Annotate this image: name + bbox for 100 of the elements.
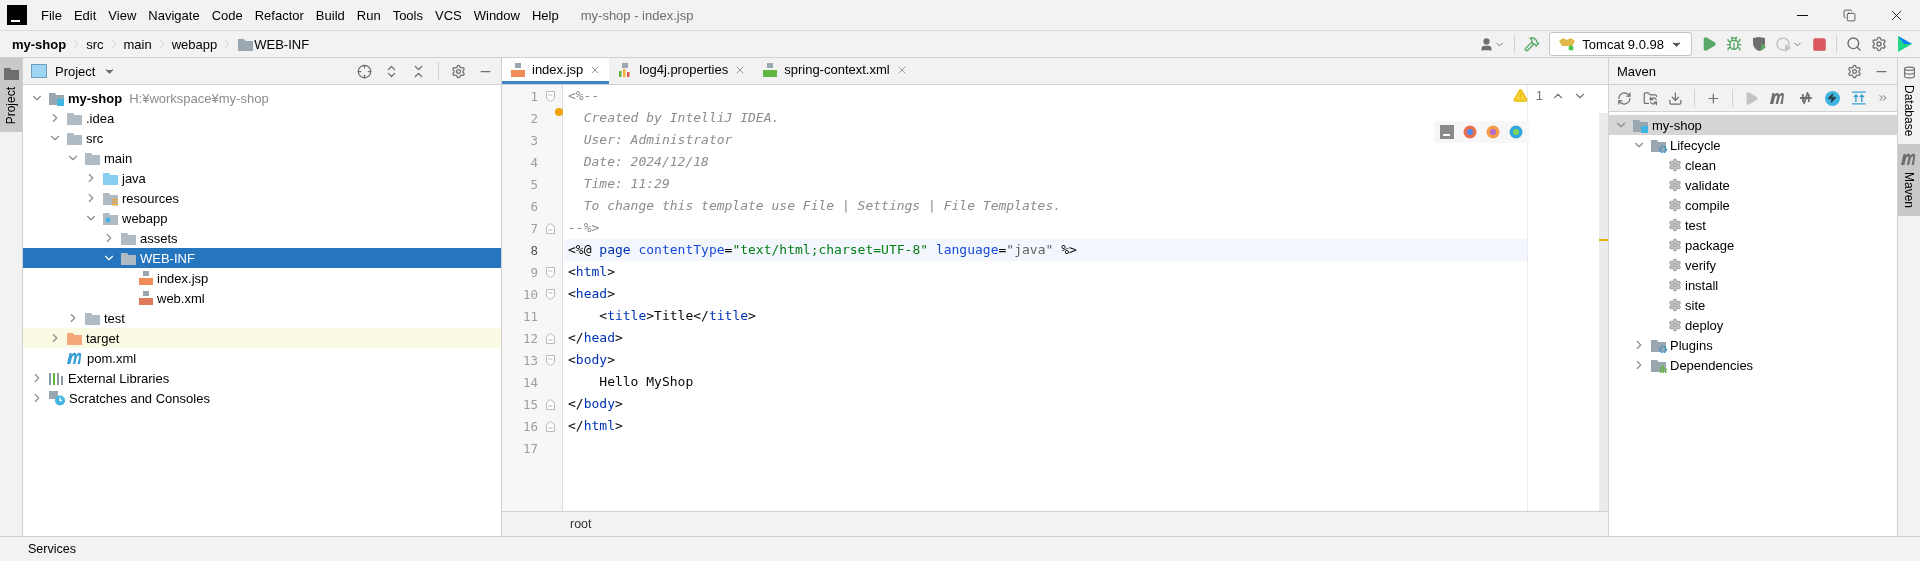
menu-item[interactable]: Refactor (248, 7, 310, 23)
code-line: To change this template use File | Settings | File Templates. (582, 197, 1062, 215)
tree-item[interactable]: pom.xml (23, 348, 501, 368)
tree-item[interactable]: install (1609, 275, 1897, 295)
tree-item[interactable]: Plugins (1609, 335, 1897, 355)
browser-icon[interactable] (1463, 125, 1477, 139)
tree-item[interactable]: site (1609, 295, 1897, 315)
tree-item[interactable]: test (1609, 215, 1897, 235)
breadcrumb-item[interactable]: main (123, 36, 152, 52)
download-icon[interactable] (1668, 90, 1684, 106)
menu-item[interactable]: Build (309, 7, 351, 23)
tree-item[interactable]: package (1609, 235, 1897, 255)
menu-item[interactable]: Tools (386, 7, 429, 23)
fold-marker-icon[interactable] (546, 420, 555, 432)
side-tab[interactable]: Project (0, 58, 22, 133)
menu-item[interactable]: Edit (67, 7, 103, 23)
tree-item[interactable]: Scratches and Consoles (23, 388, 501, 408)
tree-item[interactable]: my-shop H:¥workspace¥my-shop (23, 88, 501, 108)
menu-item[interactable]: File (35, 7, 68, 23)
toolbox-icon[interactable] (1896, 35, 1914, 53)
editor-breadcrumb[interactable]: root (570, 517, 592, 531)
tree-item[interactable]: src (23, 128, 501, 148)
side-tab[interactable]: Database (1898, 58, 1920, 145)
menu-item[interactable]: Code (205, 7, 249, 23)
tree-item[interactable]: Lifecycle (1609, 135, 1897, 155)
code-line: Hello MyShop (598, 373, 694, 391)
run-config-dropdown[interactable]: Tomcat 9.0.98 (1549, 32, 1692, 56)
tree-item[interactable]: compile (1609, 195, 1897, 215)
skip-tests-icon[interactable] (1798, 90, 1814, 106)
reload-icon[interactable] (1617, 90, 1632, 106)
browser-icon[interactable] (1509, 125, 1523, 139)
tree-item[interactable]: java (23, 168, 501, 188)
folder-icon (102, 170, 119, 186)
line-number: 1 (529, 88, 539, 104)
breadcrumb-item[interactable]: webapp (171, 36, 218, 52)
tree-item[interactable]: web.xml (23, 288, 501, 308)
settings-icon[interactable] (1871, 36, 1887, 52)
settings-icon[interactable] (451, 63, 466, 79)
fold-marker-icon[interactable] (546, 90, 555, 102)
run-icon[interactable] (1701, 36, 1717, 52)
tree-item[interactable]: webapp (23, 208, 501, 228)
status-bar-item[interactable]: Services (28, 542, 76, 556)
fold-marker-icon[interactable] (546, 332, 555, 344)
user-menu-icon[interactable] (1479, 36, 1506, 52)
menu-item[interactable]: Help (525, 7, 565, 23)
tree-item[interactable]: validate (1609, 175, 1897, 195)
tree-item[interactable]: assets (23, 228, 501, 248)
menu-item[interactable]: Window (467, 7, 526, 23)
ide-icon[interactable] (1440, 125, 1454, 139)
editor-tab[interactable]: spring-context.xml (754, 58, 916, 84)
code-line: <head> (567, 285, 615, 303)
fold-marker-icon[interactable] (546, 222, 555, 234)
collapse-icon[interactable] (1850, 91, 1867, 105)
tree-item[interactable]: WEB-INF (23, 248, 501, 268)
panel-window-icon (31, 64, 47, 78)
app-logo-icon (7, 5, 27, 25)
offline-icon[interactable] (1824, 90, 1840, 106)
tree-item[interactable]: target (23, 328, 501, 348)
side-tab[interactable]: Maven (1898, 144, 1920, 217)
tree-item[interactable]: .idea (23, 108, 501, 128)
fold-marker-icon[interactable] (546, 288, 555, 300)
code-line: <body> (567, 351, 615, 369)
browser-icon[interactable] (1486, 125, 1500, 139)
editor-tab[interactable]: log4j.properties (609, 58, 755, 84)
folder-icon (84, 150, 101, 166)
breadcrumb-item[interactable]: WEB-INF (254, 36, 310, 52)
hammer-icon[interactable] (1524, 36, 1541, 52)
more-icon[interactable] (1877, 92, 1889, 104)
search-icon[interactable] (1846, 36, 1862, 52)
tree-item[interactable]: test (23, 308, 501, 328)
fold-marker-icon[interactable] (546, 266, 555, 278)
debug-icon[interactable] (1726, 36, 1742, 52)
panel-title[interactable]: Project (55, 63, 96, 79)
coverage-icon[interactable] (1751, 36, 1767, 52)
warning-stripe (1599, 239, 1608, 241)
tree-item[interactable]: my-shop (1609, 115, 1897, 135)
tree-item[interactable]: main (23, 148, 501, 168)
fold-marker-icon[interactable] (546, 398, 555, 410)
fold-marker-icon[interactable] (546, 354, 555, 366)
menu-item[interactable]: VCS (429, 7, 468, 23)
warning-count[interactable]: 1 (1535, 88, 1543, 103)
settings-icon[interactable] (1847, 63, 1862, 79)
tree-item[interactable]: index.jsp (23, 268, 501, 288)
menu-item[interactable]: Navigate (142, 7, 206, 23)
tree-item[interactable]: clean (1609, 155, 1897, 175)
tree-item[interactable]: verify (1609, 255, 1897, 275)
menu-item[interactable]: Run (350, 7, 387, 23)
breadcrumb-item[interactable]: my-shop (12, 36, 67, 52)
stop-icon[interactable] (1812, 36, 1827, 52)
folder-sync-icon[interactable] (1642, 90, 1658, 106)
bulb-icon[interactable] (555, 108, 563, 116)
tree-item[interactable]: External Libraries (23, 368, 501, 388)
tree-item[interactable]: resources (23, 188, 501, 208)
tree-item[interactable]: Dependencies (1609, 355, 1897, 375)
breadcrumb-item[interactable]: src (86, 36, 104, 52)
tree-item[interactable]: deploy (1609, 315, 1897, 335)
scrollbar[interactable] (1599, 113, 1608, 511)
editor-tab[interactable]: index.jsp (502, 58, 610, 84)
locate-icon[interactable] (357, 63, 372, 79)
menu-item[interactable]: View (102, 7, 143, 23)
